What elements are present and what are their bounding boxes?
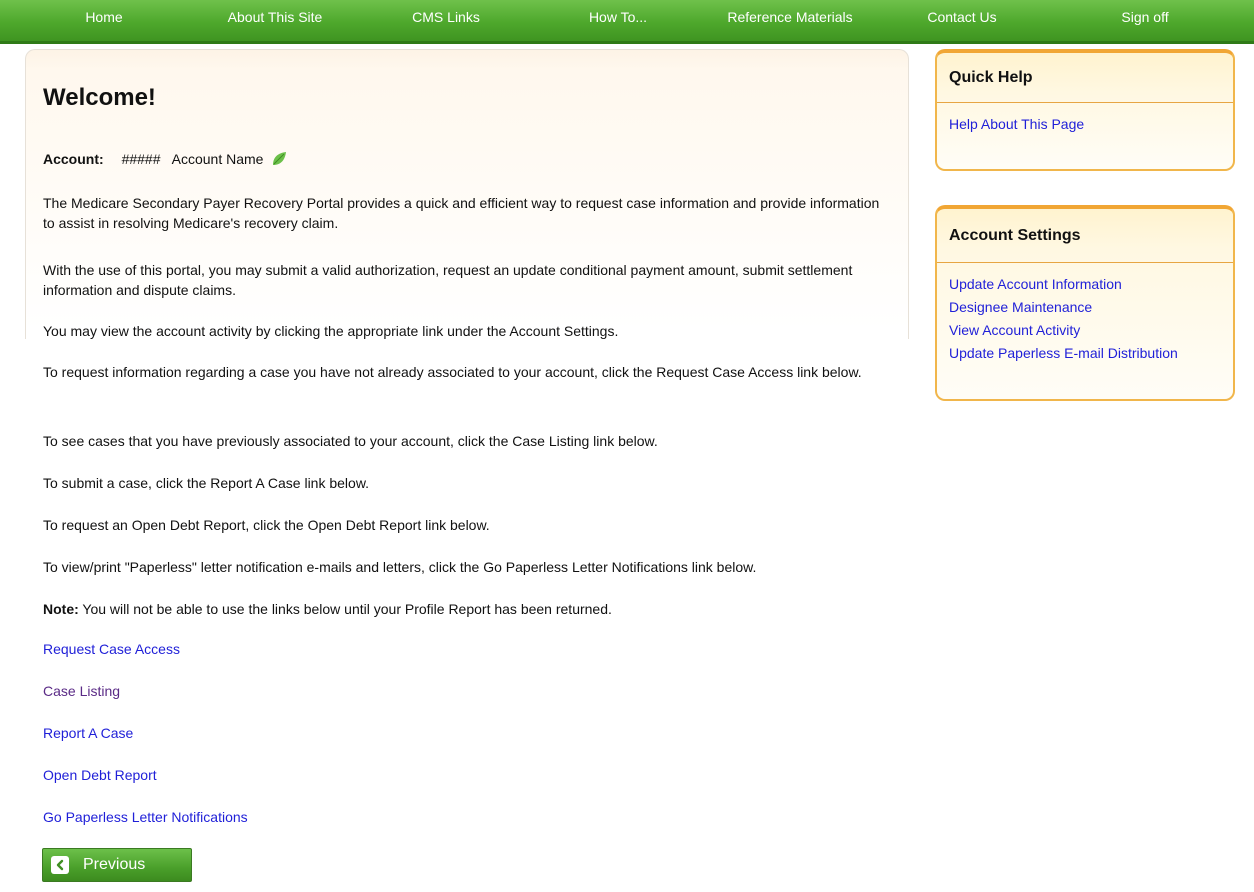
view-account-activity-link[interactable]: View Account Activity — [949, 319, 1221, 342]
nav-how-to[interactable]: How To... — [589, 9, 647, 25]
previous-button[interactable]: Previous — [42, 848, 192, 882]
nav-about-this-site[interactable]: About This Site — [228, 9, 323, 25]
quick-help-title: Quick Help — [937, 53, 1233, 103]
update-paperless-email-distribution-link[interactable]: Update Paperless E-mail Distribution — [949, 342, 1221, 365]
account-number: ##### — [121, 151, 161, 167]
quick-help-links: Help About This Page — [937, 103, 1233, 136]
go-paperless-letter-notifications-link[interactable]: Go Paperless Letter Notifications — [43, 809, 248, 825]
help-about-this-page-link[interactable]: Help About This Page — [949, 113, 1221, 136]
case-listing-paragraph: To see cases that you have previously as… — [43, 433, 658, 449]
intro-paragraph: The Medicare Secondary Payer Recovery Po… — [43, 195, 880, 231]
account-label: Account: — [43, 151, 104, 167]
update-account-information-link[interactable]: Update Account Information — [949, 273, 1221, 296]
previous-button-label: Previous — [83, 856, 146, 873]
note-label: Note: — [43, 601, 79, 617]
nav-contact-us[interactable]: Contact Us — [927, 9, 996, 25]
designee-maintenance-link[interactable]: Designee Maintenance — [949, 296, 1221, 319]
nav-sign-off[interactable]: Sign off — [1121, 9, 1168, 25]
report-case-paragraph: To submit a case, click the Report A Cas… — [43, 475, 370, 491]
request-case-access-link[interactable]: Request Case Access — [43, 641, 180, 657]
nav-home[interactable]: Home — [85, 9, 122, 25]
request-access-paragraph: To request information regarding a case … — [43, 364, 862, 380]
account-line: Account: ##### Account Name — [43, 151, 287, 170]
nav-reference-materials[interactable]: Reference Materials — [727, 9, 852, 25]
open-debt-report-link[interactable]: Open Debt Report — [43, 767, 157, 783]
paperless-paragraph: To view/print "Paperless" letter notific… — [43, 559, 757, 575]
account-settings-links: Update Account Information Designee Main… — [937, 263, 1233, 365]
quick-help-box: Quick Help Help About This Page — [935, 49, 1235, 171]
nav-cms-links[interactable]: CMS Links — [412, 9, 480, 25]
top-nav-bar: Home About This Site CMS Links How To...… — [0, 0, 1254, 44]
page-title: Welcome! — [43, 84, 156, 111]
note-paragraph: Note: You will not be able to use the li… — [43, 599, 893, 619]
case-listing-link[interactable]: Case Listing — [43, 683, 120, 699]
note-text: You will not be able to use the links be… — [78, 601, 612, 617]
chevron-left-icon — [51, 856, 69, 874]
portal-use-paragraph: With the use of this portal, you may sub… — [43, 262, 853, 298]
account-name: Account Name — [171, 151, 264, 167]
open-debt-paragraph: To request an Open Debt Report, click th… — [43, 517, 490, 533]
account-activity-paragraph: You may view the account activity by cli… — [43, 323, 619, 339]
account-settings-box: Account Settings Update Account Informat… — [935, 205, 1235, 401]
account-settings-title: Account Settings — [937, 209, 1233, 263]
report-a-case-link[interactable]: Report A Case — [43, 725, 133, 741]
leaf-icon — [271, 151, 287, 170]
